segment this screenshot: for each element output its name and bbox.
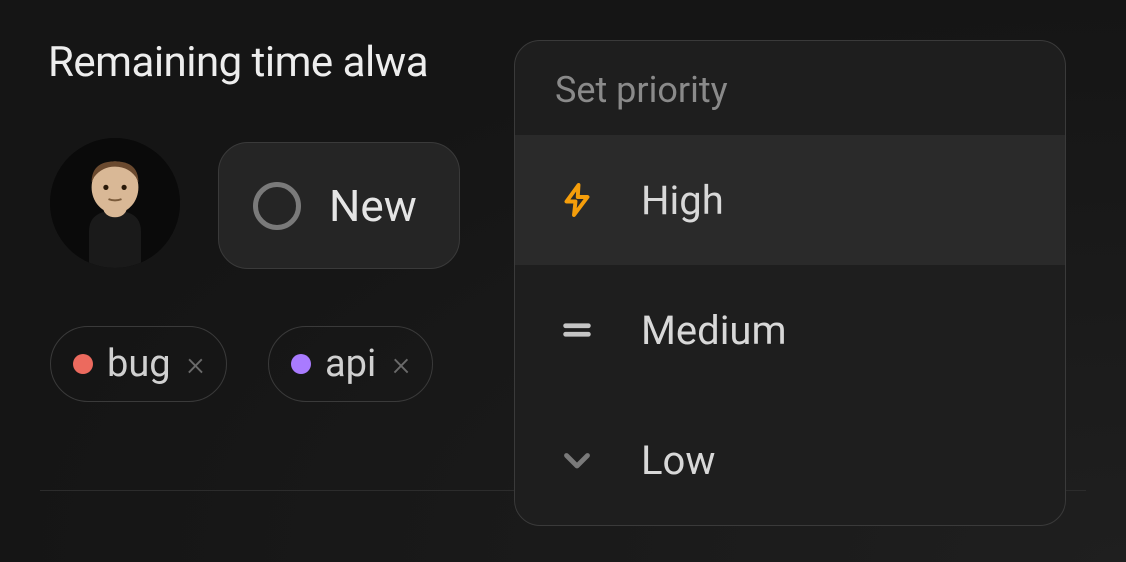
status-circle-icon <box>253 182 301 230</box>
chevron-down-icon <box>557 440 597 480</box>
tag-color-dot <box>291 354 311 374</box>
priority-popover: Set priority High Medium Low <box>514 40 1066 526</box>
tag-label: api <box>325 342 376 386</box>
assignee-avatar[interactable] <box>50 138 180 268</box>
priority-option-medium[interactable]: Medium <box>515 265 1065 395</box>
tag-label: bug <box>107 342 171 386</box>
status-pill[interactable]: New <box>218 142 460 269</box>
tag-color-dot <box>73 354 93 374</box>
status-label: New <box>329 180 417 232</box>
card-title: Remaining time alwa <box>48 38 428 87</box>
close-icon[interactable]: × <box>392 347 410 381</box>
avatar-image <box>50 138 180 268</box>
priority-label: Low <box>641 437 715 484</box>
priority-label: Medium <box>641 307 787 354</box>
equals-icon <box>557 310 597 350</box>
priority-option-low[interactable]: Low <box>515 395 1065 525</box>
tag-api[interactable]: api × <box>268 326 433 402</box>
priority-label: High <box>641 177 724 224</box>
close-icon[interactable]: × <box>187 347 205 381</box>
tag-bug[interactable]: bug × <box>50 326 227 402</box>
priority-option-high[interactable]: High <box>515 135 1065 265</box>
lightning-icon <box>557 180 597 220</box>
popover-title: Set priority <box>515 41 1065 135</box>
